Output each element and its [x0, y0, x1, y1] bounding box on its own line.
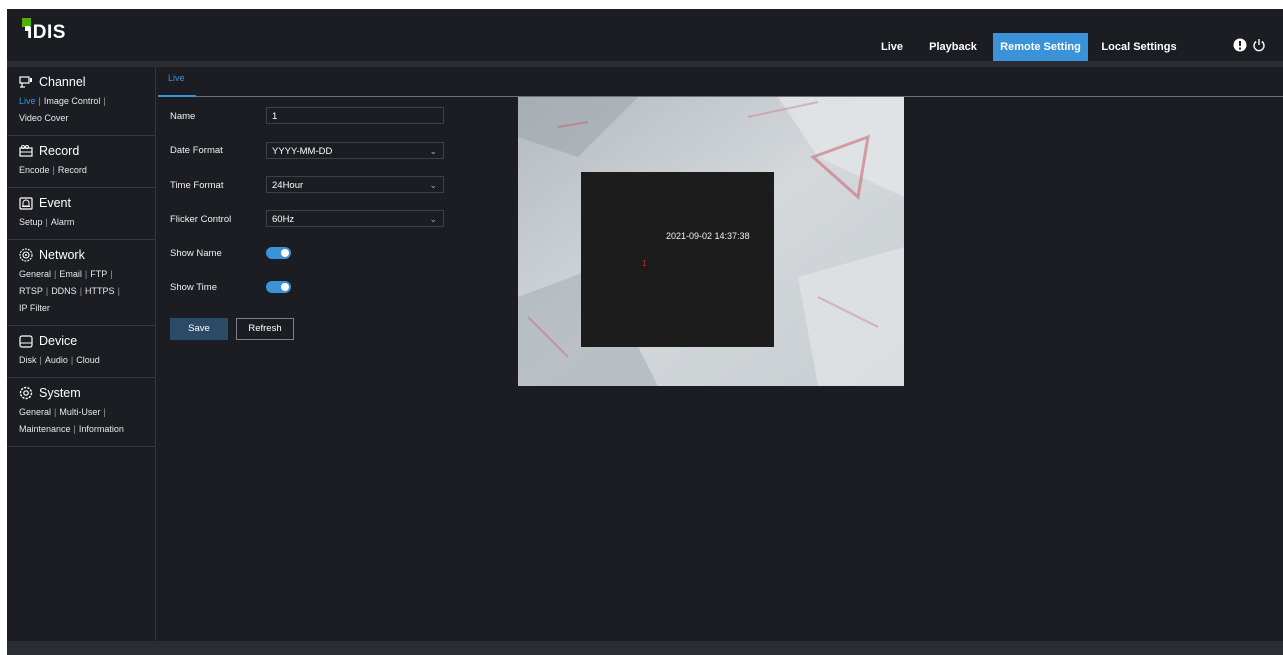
network-icon: [19, 248, 33, 262]
date-format-select[interactable]: YYYY-MM-DD ⌄: [266, 142, 444, 159]
nav-local-settings[interactable]: Local Settings: [1098, 33, 1180, 61]
link-alarm[interactable]: Alarm: [51, 217, 75, 227]
link-multi-user[interactable]: Multi-User: [59, 407, 100, 417]
record-icon: [19, 145, 33, 157]
link-video-cover[interactable]: Video Cover: [19, 113, 68, 123]
link-audio[interactable]: Audio: [45, 355, 68, 365]
gear-icon: [19, 386, 33, 400]
device-icon: [19, 334, 33, 348]
chevron-down-icon: ⌄: [429, 214, 437, 224]
sidebar-section-event: Event Setup | Alarm: [7, 188, 155, 240]
sidebar-title-record: Record: [39, 144, 80, 158]
show-time-toggle[interactable]: [266, 281, 291, 293]
sidebar-head-record[interactable]: Record: [7, 136, 155, 162]
osd-channel-name: 1: [642, 259, 647, 268]
sidebar-title-network: Network: [39, 248, 85, 262]
link-general[interactable]: General: [19, 269, 51, 279]
flicker-control-label: Flicker Control: [170, 214, 232, 225]
time-format-label: Time Format: [170, 180, 224, 191]
link-ddns[interactable]: DDNS: [51, 286, 77, 296]
link-setup[interactable]: Setup: [19, 217, 43, 227]
sidebar: Channel Live | Image Control | Video Cover …: [7, 67, 156, 641]
name-label: Name: [170, 111, 196, 122]
power-icon[interactable]: [1252, 38, 1266, 55]
date-format-label: Date Format: [170, 145, 223, 156]
link-live[interactable]: Live: [19, 96, 36, 106]
sidebar-head-device[interactable]: Device: [7, 326, 155, 352]
chevron-down-icon: ⌄: [429, 146, 437, 156]
idis-logo: IDIS: [22, 18, 66, 44]
tab-active-indicator: [158, 95, 196, 97]
top-bar: IDIS Live Playback Remote Setting Local …: [7, 9, 1283, 61]
link-rtsp[interactable]: RTSP: [19, 286, 43, 296]
camera-icon: [19, 76, 32, 88]
sidebar-section-record: Record Encode | Record: [7, 136, 155, 188]
osd-privacy-area: 2021-09-02 14:37:38 1: [581, 172, 774, 347]
link-ip-filter[interactable]: IP Filter: [19, 303, 50, 313]
time-format-select[interactable]: 24Hour ⌄: [266, 176, 444, 193]
link-system-general[interactable]: General: [19, 407, 51, 417]
link-information[interactable]: Information: [79, 424, 124, 434]
event-icon: [19, 196, 33, 210]
link-cloud[interactable]: Cloud: [76, 355, 100, 365]
osd-timestamp: 2021-09-02 14:37:38: [666, 231, 750, 241]
sidebar-title-system: System: [39, 386, 81, 400]
sidebar-head-channel[interactable]: Channel: [7, 67, 155, 93]
sidebar-title-event: Event: [39, 196, 71, 210]
link-disk[interactable]: Disk: [19, 355, 37, 365]
sidebar-head-network[interactable]: Network: [7, 240, 155, 266]
sidebar-section-device: Device Disk | Audio | Cloud: [7, 326, 155, 378]
nav-remote-setting[interactable]: Remote Setting: [993, 33, 1088, 61]
link-image-control[interactable]: Image Control: [44, 96, 101, 106]
sidebar-section-network: Network General | Email | FTP | RTSP | DDNS | HTT…: [7, 240, 155, 326]
alert-icon[interactable]: [1233, 38, 1247, 55]
link-maintenance[interactable]: Maintenance: [19, 424, 71, 434]
nav-live[interactable]: Live: [875, 33, 909, 61]
chevron-down-icon: ⌄: [429, 180, 437, 190]
sidebar-head-system[interactable]: System: [7, 378, 155, 404]
main-panel: Live Name 1 Date Format YYYY-MM-DD ⌄ Time…: [156, 67, 1283, 641]
link-encode[interactable]: Encode: [19, 165, 50, 175]
nav-playback[interactable]: Playback: [925, 33, 981, 61]
tab-live[interactable]: Live: [168, 73, 185, 83]
bottom-bar: [7, 641, 1283, 655]
link-record[interactable]: Record: [58, 165, 87, 175]
link-ftp[interactable]: FTP: [90, 269, 107, 279]
live-preview[interactable]: 2021-09-02 14:37:38 1: [518, 97, 904, 386]
name-field[interactable]: 1: [266, 107, 444, 124]
link-https[interactable]: HTTPS: [85, 286, 115, 296]
sidebar-head-event[interactable]: Event: [7, 188, 155, 214]
sidebar-section-system: System General | Multi-User | Maintenance | I…: [7, 378, 155, 447]
flicker-control-select[interactable]: 60Hz ⌄: [266, 210, 444, 227]
link-email[interactable]: Email: [59, 269, 82, 279]
refresh-button[interactable]: Refresh: [236, 318, 294, 340]
save-button[interactable]: Save: [170, 318, 228, 340]
sidebar-title-channel: Channel: [39, 75, 86, 89]
app-window: IDIS Live Playback Remote Setting Local …: [7, 9, 1283, 655]
show-name-label: Show Name: [170, 248, 222, 259]
sidebar-title-device: Device: [39, 334, 78, 348]
show-name-toggle[interactable]: [266, 247, 291, 259]
show-time-label: Show Time: [170, 282, 217, 293]
sidebar-section-channel: Channel Live | Image Control | Video Cover: [7, 67, 155, 136]
